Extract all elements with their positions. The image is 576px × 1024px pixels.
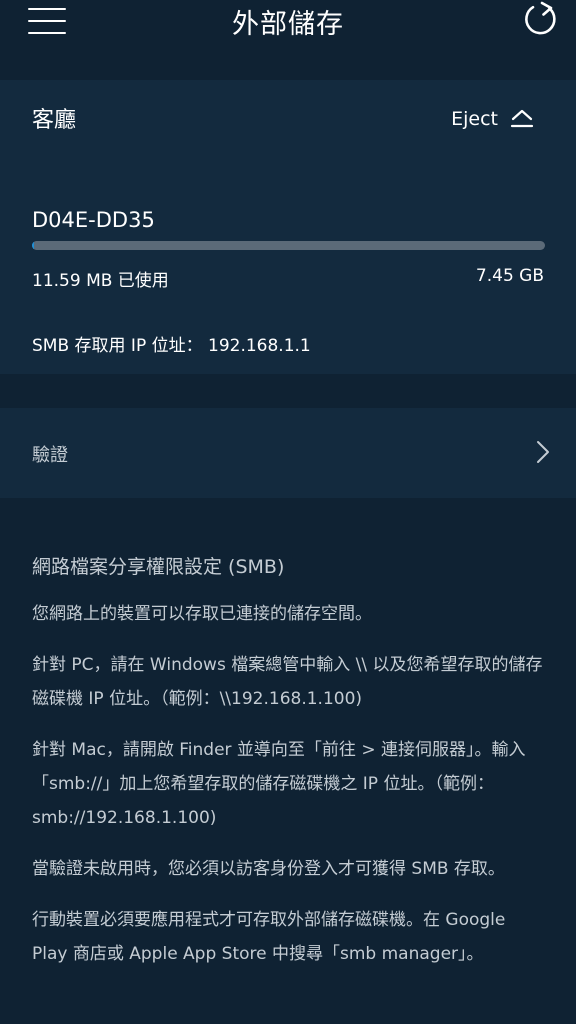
smb-info-title: 網路檔案分享權限設定 (SMB) (32, 556, 285, 578)
eject-icon (510, 109, 534, 128)
header-bar: 外部儲存 (0, 0, 576, 62)
info-paragraph: 針對 Mac，請開啟 Finder 並導向至「前往 > 連接伺服器」。輸入「sm… (32, 740, 526, 828)
info-paragraph: 您網路上的裝置可以存取已連接的儲存空間。 (32, 604, 372, 624)
drive-card: 客廳 Eject D04E-DD35 11.59 MB 已使用 7.45 GB … (0, 80, 576, 374)
eject-button[interactable]: Eject (451, 108, 534, 130)
drive-name: 客廳 (32, 108, 77, 133)
page-title: 外部儲存 (232, 9, 344, 40)
screen: 外部儲存 客廳 Eject D04E-DD35 11.59 MB 已使用 7.4… (0, 0, 576, 1024)
eject-label: Eject (451, 108, 498, 130)
storage-usage-bar (32, 241, 545, 250)
info-paragraph: 針對 PC，請在 Windows 檔案總管中輸入 \\ 以及您希望存取的儲存磁碟… (32, 655, 543, 709)
used-space-text: 11.59 MB 已使用 (32, 271, 169, 291)
smb-ip-address: SMB 存取用 IP 位址： 192.168.1.1 (32, 336, 311, 356)
storage-usage-fill (32, 241, 35, 250)
info-paragraph: 行動裝置必須要應用程式才可存取外部儲存磁碟機。在 Google Play 商店或… (32, 910, 506, 964)
device-id: D04E-DD35 (32, 208, 155, 232)
chevron-right-icon (537, 441, 549, 463)
refresh-icon[interactable] (520, 0, 560, 40)
total-space-text: 7.45 GB (475, 266, 544, 286)
authentication-row[interactable]: 驗證 (0, 408, 576, 498)
info-paragraph: 當驗證未啟用時，您必須以訪客身份登入才可獲得 SMB 存取。 (32, 859, 505, 879)
smb-info-section: 網路檔案分享權限設定 (SMB) 您網路上的裝置可以存取已連接的儲存空間。 針對… (32, 552, 544, 988)
authentication-label: 驗證 (32, 445, 68, 466)
